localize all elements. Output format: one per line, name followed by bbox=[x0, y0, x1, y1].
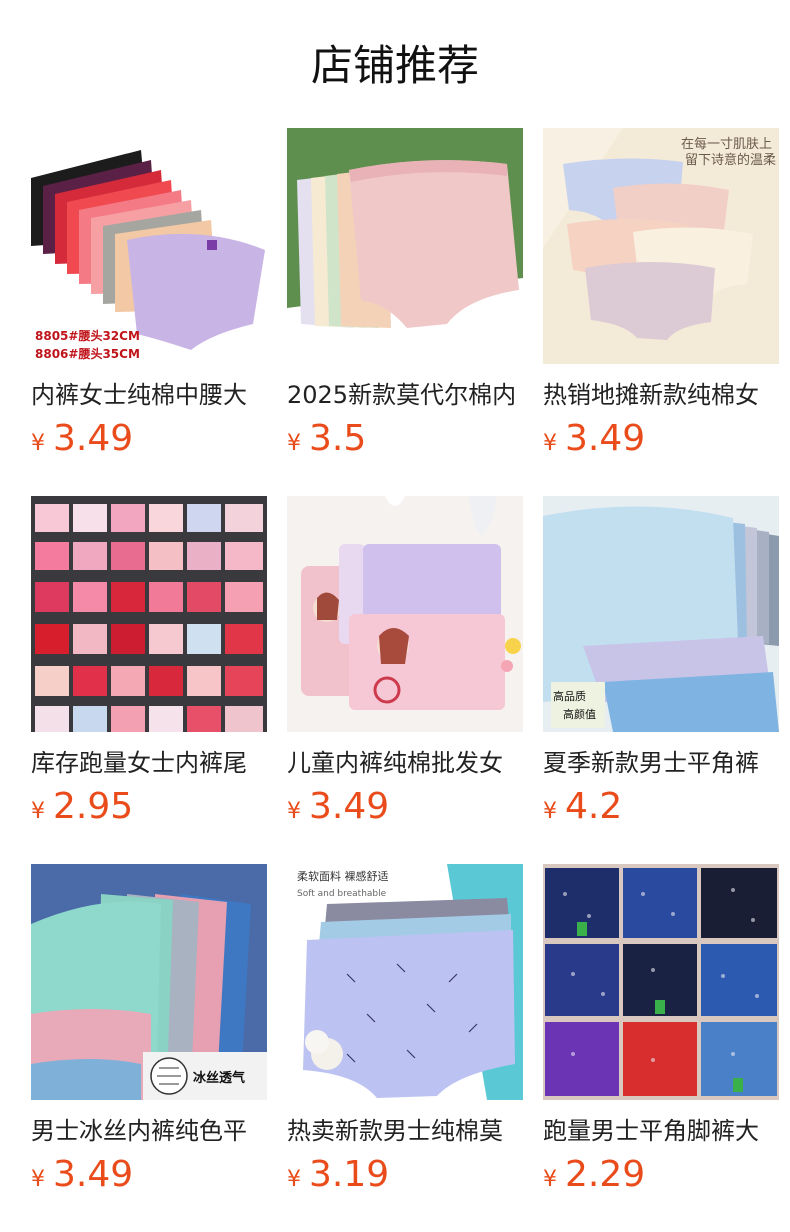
price-value: 3.49 bbox=[53, 1154, 134, 1195]
product-price: ¥ 3.49 bbox=[31, 416, 267, 462]
product-price: ¥ 2.29 bbox=[543, 1152, 779, 1198]
product-image[interactable] bbox=[287, 496, 523, 732]
price-value: 2.29 bbox=[565, 1154, 646, 1195]
product-title: 热卖新款男士纯棉莫 bbox=[287, 1117, 503, 1145]
image-caption-text: 8805#腰头32CM bbox=[35, 328, 140, 343]
currency-symbol: ¥ bbox=[31, 1167, 45, 1192]
price-value: 3.5 bbox=[309, 418, 367, 459]
section-title: 店铺推荐 bbox=[310, 41, 479, 90]
product-price: ¥ 3.49 bbox=[287, 784, 523, 830]
price-value: 3.49 bbox=[309, 786, 390, 827]
product-title: 跑量男士平角脚裤大 bbox=[543, 1117, 759, 1145]
product-title: 儿童内裤纯棉批发女 bbox=[287, 749, 503, 777]
product-title: 热销地摊新款纯棉女 bbox=[543, 381, 759, 409]
product-price: ¥ 3.49 bbox=[543, 416, 779, 462]
currency-symbol: ¥ bbox=[543, 431, 557, 456]
image-caption-text: 冰丝透气 bbox=[193, 1070, 245, 1086]
product-title: 夏季新款男士平角裤 bbox=[543, 749, 759, 777]
product-price: ¥ 3.19 bbox=[287, 1152, 523, 1198]
product-card[interactable]: 高品质 高颜值 夏季新款男士平角裤 ¥ 4.2 bbox=[543, 496, 779, 864]
price-value: 4.2 bbox=[565, 786, 623, 827]
image-caption-text: 柔软面料 裸感舒适 bbox=[297, 869, 389, 883]
currency-symbol: ¥ bbox=[543, 1167, 557, 1192]
currency-symbol: ¥ bbox=[31, 799, 45, 824]
product-image[interactable]: 柔软面料 裸感舒适 Soft and breathable bbox=[287, 864, 523, 1100]
currency-symbol: ¥ bbox=[543, 799, 557, 824]
product-card[interactable]: 2025新款莫代尔棉内 ¥ 3.5 bbox=[287, 128, 523, 496]
product-title: 库存跑量女士内裤尾 bbox=[31, 749, 247, 777]
product-card[interactable]: 8805#腰头32CM 8806#腰头35CM 内裤女士纯棉中腰大 ¥ 3.49 bbox=[31, 128, 267, 496]
image-caption-text: Soft and breathable bbox=[297, 889, 387, 899]
product-card[interactable]: 在每一寸肌肤上 留下诗意的温柔 热销地摊新款纯棉女 ¥ 3.49 bbox=[543, 128, 779, 496]
currency-symbol: ¥ bbox=[287, 431, 301, 456]
price-value: 3.19 bbox=[309, 1154, 390, 1195]
product-image[interactable] bbox=[31, 496, 267, 732]
product-price: ¥ 3.5 bbox=[287, 416, 523, 462]
image-caption-text: 8806#腰头35CM bbox=[35, 346, 140, 361]
product-title: 2025新款莫代尔棉内 bbox=[287, 381, 517, 409]
product-image[interactable] bbox=[543, 864, 779, 1100]
product-price: ¥ 3.49 bbox=[31, 1152, 267, 1198]
product-image[interactable] bbox=[287, 128, 523, 364]
product-grid: 8805#腰头32CM 8806#腰头35CM 内裤女士纯棉中腰大 ¥ 3.49… bbox=[31, 128, 779, 1232]
currency-symbol: ¥ bbox=[287, 799, 301, 824]
product-price: ¥ 2.95 bbox=[31, 784, 267, 830]
product-card[interactable]: 儿童内裤纯棉批发女 ¥ 3.49 bbox=[287, 496, 523, 864]
product-title: 男士冰丝内裤纯色平 bbox=[31, 1117, 247, 1145]
product-image[interactable]: 在每一寸肌肤上 留下诗意的温柔 bbox=[543, 128, 779, 364]
product-card[interactable]: 冰丝透气 男士冰丝内裤纯色平 ¥ 3.49 bbox=[31, 864, 267, 1232]
currency-symbol: ¥ bbox=[31, 431, 45, 456]
image-caption-text: 在每一寸肌肤上 bbox=[681, 136, 772, 152]
image-caption-text: 高颜值 bbox=[563, 707, 596, 721]
product-card[interactable]: 库存跑量女士内裤尾 ¥ 2.95 bbox=[31, 496, 267, 864]
image-caption-text: 高品质 bbox=[553, 689, 586, 703]
price-value: 2.95 bbox=[53, 786, 134, 827]
product-image[interactable]: 冰丝透气 bbox=[31, 864, 267, 1100]
product-price: ¥ 4.2 bbox=[543, 784, 779, 830]
product-card[interactable]: 柔软面料 裸感舒适 Soft and breathable 热卖新款男士纯棉莫 … bbox=[287, 864, 523, 1232]
price-value: 3.49 bbox=[565, 418, 646, 459]
currency-symbol: ¥ bbox=[287, 1167, 301, 1192]
product-image[interactable]: 高品质 高颜值 bbox=[543, 496, 779, 732]
price-value: 3.49 bbox=[53, 418, 134, 459]
image-caption-text: 留下诗意的温柔 bbox=[685, 152, 776, 168]
product-image[interactable]: 8805#腰头32CM 8806#腰头35CM bbox=[31, 128, 267, 364]
product-title: 内裤女士纯棉中腰大 bbox=[31, 381, 247, 409]
product-card[interactable]: 跑量男士平角脚裤大 ¥ 2.29 bbox=[543, 864, 779, 1232]
